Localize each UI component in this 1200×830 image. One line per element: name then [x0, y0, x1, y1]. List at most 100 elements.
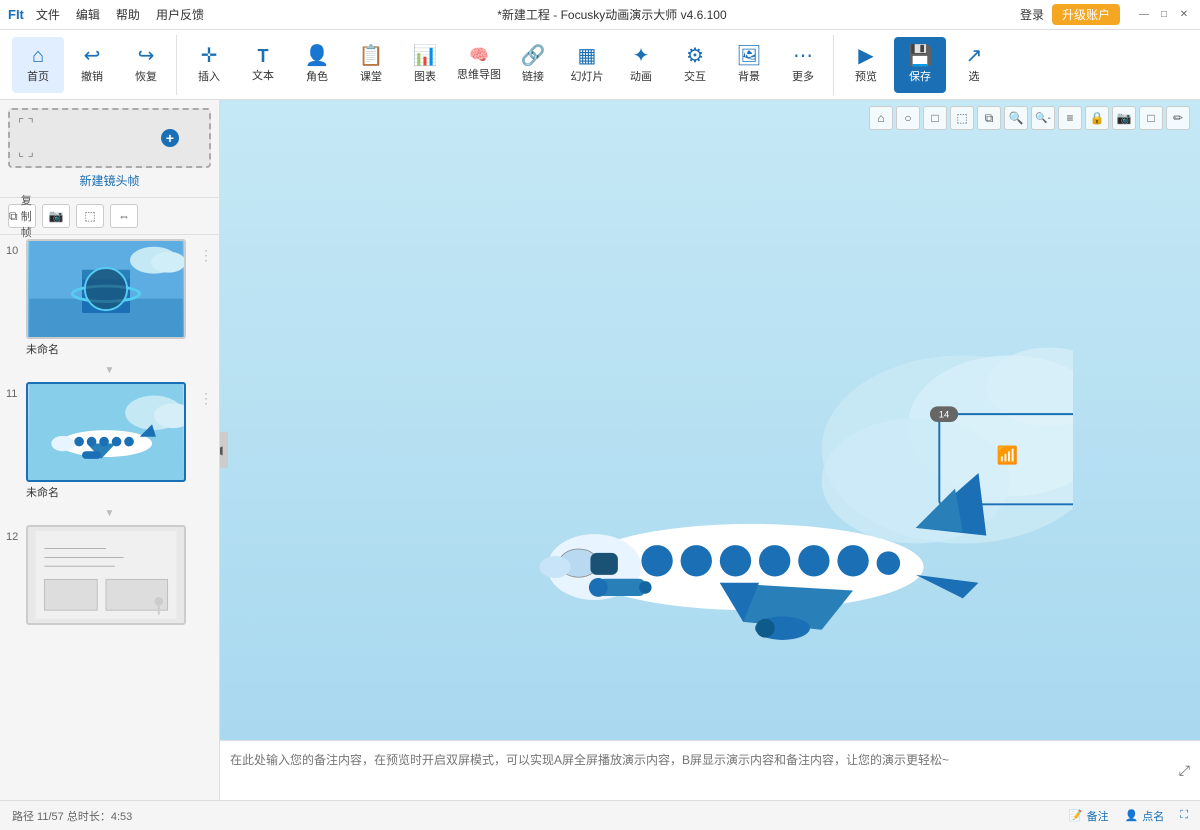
canvas-list-button[interactable]: ≡ [1058, 106, 1082, 130]
canvas-home-button[interactable]: ⌂ [869, 106, 893, 130]
mindmap-icon: 🧠 [469, 48, 489, 64]
airplane-illustration: 14 📶 [367, 324, 1073, 661]
background-icon: 🖼 [736, 46, 761, 66]
status-path: 路径 11/57 总时长：4:53 [12, 808, 132, 824]
slide-thumbnail-12[interactable] [26, 525, 186, 625]
character-icon: 👤 [305, 46, 330, 66]
slide-thumbnail-10[interactable] [26, 239, 186, 339]
screenshot-button[interactable]: 📷 [42, 204, 70, 228]
menu-help[interactable]: 帮助 [116, 6, 140, 23]
status-bar: 路径 11/57 总时长：4:53 📝 备注 👤 点名 ⛶ [0, 800, 1200, 830]
arrange-button[interactable]: ⇔ [110, 204, 138, 228]
tool-insert[interactable]: ✛ 插入 [183, 37, 235, 93]
tool-save[interactable]: 💾 保存 [894, 37, 946, 93]
canvas-edit-button[interactable]: ✏ [1166, 106, 1190, 130]
tool-redo[interactable]: ↪ 恢复 [120, 37, 172, 93]
slide-number-11: 11 [6, 382, 26, 400]
tool-undo[interactable]: ↩ 撤销 [66, 37, 118, 93]
tool-interact[interactable]: ⚙ 交互 [669, 37, 721, 93]
tool-mindmap[interactable]: 🧠 思维导图 [453, 37, 505, 93]
window-controls: — □ ✕ [1136, 7, 1192, 23]
copy-frame-button[interactable]: ⧉ 复制帧 [8, 204, 36, 228]
canvas-circle-button[interactable]: ○ [896, 106, 920, 130]
slide-thumb-wrap-12 [26, 525, 213, 629]
window-title: *新建工程 - Focusky动画演示大师 v4.6.100 [497, 6, 726, 23]
app-logo: FIt [8, 7, 24, 22]
canvas-frame-button[interactable]: ⬚ [950, 106, 974, 130]
canvas-square-button[interactable]: □ [923, 106, 947, 130]
collapse-sidebar-button[interactable]: ◀ [220, 432, 228, 468]
canvas-camera-button[interactable]: 📷 [1112, 106, 1136, 130]
maximize-button[interactable]: □ [1156, 7, 1172, 23]
canvas-zoom-out-button[interactable]: 🔍- [1031, 106, 1055, 130]
more-icon: ⋯ [793, 46, 813, 66]
redo-icon: ↪ [138, 46, 155, 66]
layout-icon: ⬚ [84, 209, 95, 223]
camera-icon: 📷 [49, 209, 64, 223]
tool-class[interactable]: 📋 课堂 [345, 37, 397, 93]
menu-edit[interactable]: 编辑 [76, 6, 100, 23]
tool-more[interactable]: ⋯ 更多 [777, 37, 829, 93]
layout-button[interactable]: ⬚ [76, 204, 104, 228]
tool-group-navigation: ⌂ 首页 ↩ 撤销 ↪ 恢复 [8, 35, 177, 95]
tool-home[interactable]: ⌂ 首页 [12, 37, 64, 93]
canvas-layout-button[interactable]: □ [1139, 106, 1163, 130]
slide-number-10: 10 [6, 239, 26, 257]
new-frame-area: ⌜ ⌝ + ⌞ ⌟ 新建镜头帧 ▼ [0, 100, 219, 198]
close-button[interactable]: ✕ [1176, 7, 1192, 23]
canvas-toolbar: ⌂ ○ □ ⬚ ⧉ 🔍 🔍- ≡ 🔒 📷 □ ✏ [869, 106, 1190, 130]
down-arrow-icon-2: ▼ [105, 508, 115, 519]
canvas-zoom-in-button[interactable]: 🔍 [1004, 106, 1028, 130]
notes-icon: 📝 [1069, 809, 1083, 822]
tool-background[interactable]: 🖼 背景 [723, 37, 775, 93]
dotname-label: 点名 [1142, 808, 1164, 824]
new-frame-label: 新建镜头帧 [8, 172, 211, 189]
tool-chart[interactable]: 📊 图表 [399, 37, 451, 93]
minimize-button[interactable]: — [1136, 7, 1152, 23]
slide-item-12: 12 [0, 521, 219, 633]
tool-group-main: ✛ 插入 T 文本 👤 角色 📋 课堂 📊 图表 🧠 思维导图 🔗 链接 ▦ [179, 35, 834, 95]
slide-thumb-wrap-11: 未命名 [26, 382, 199, 502]
menu-feedback[interactable]: 用户反馈 [156, 6, 204, 23]
frame-corner-marks-bottom: ⌞ ⌟ [18, 144, 34, 160]
dotname-button[interactable]: 👤 点名 [1125, 808, 1165, 824]
menu-file[interactable]: 文件 [36, 6, 60, 23]
canvas-area[interactable]: ◀ ⌂ ○ □ ⬚ ⧉ 🔍 🔍- ≡ 🔒 📷 □ ✏ [220, 100, 1200, 800]
new-frame-button[interactable]: ⌜ ⌝ + ⌞ ⌟ [8, 108, 211, 168]
login-button[interactable]: 登录 [1020, 6, 1044, 23]
title-bar: FIt 文件 编辑 帮助 用户反馈 *新建工程 - Focusky动画演示大师 … [0, 0, 1200, 30]
notes-expand-button[interactable]: ⤢ [1179, 762, 1190, 779]
slide-name-12 [26, 625, 213, 629]
sidebar: ⌜ ⌝ + ⌞ ⌟ 新建镜头帧 ▼ ⧉ 复制帧 📷 ⬚ ⇔ [0, 100, 220, 800]
plus-icon: + [161, 129, 179, 147]
slide-sort-11: ⋮ [199, 382, 213, 407]
fullscreen-button[interactable]: ⛶ [1180, 809, 1188, 822]
select-icon: ↗ [966, 46, 983, 66]
tool-text[interactable]: T 文本 [237, 37, 289, 93]
class-icon: 📋 [359, 46, 384, 66]
notes-area: ⤢ [220, 740, 1200, 800]
status-right: 📝 备注 👤 点名 ⛶ [1069, 808, 1188, 824]
slide-thumbnail-11[interactable] [26, 382, 186, 482]
slide-separator-2: ▼ [0, 506, 219, 521]
tool-character[interactable]: 👤 角色 [291, 37, 343, 93]
tool-animation[interactable]: ✦ 动画 [615, 37, 667, 93]
preview-icon: ▶ [858, 46, 873, 66]
canvas-lock-button[interactable]: 🔒 [1085, 106, 1109, 130]
chart-icon: 📊 [413, 46, 438, 66]
slide-item-10: 10 [0, 235, 219, 363]
interact-icon: ⚙ [686, 46, 704, 66]
collapse-icon: ◀ [220, 443, 223, 457]
home-icon: ⌂ [32, 46, 44, 66]
tool-select[interactable]: ↗ 选 [948, 37, 1000, 93]
tool-preview[interactable]: ▶ 预览 [840, 37, 892, 93]
notes-input[interactable] [230, 751, 1179, 791]
arrange-icon: ⇔ [118, 209, 130, 223]
upgrade-button[interactable]: 升级账户 [1052, 4, 1120, 25]
link-icon: 🔗 [521, 46, 546, 66]
canvas-copy-button[interactable]: ⧉ [977, 106, 1001, 130]
tool-link[interactable]: 🔗 链接 [507, 37, 559, 93]
tool-slides[interactable]: ▦ 幻灯片 [561, 37, 613, 93]
fullscreen-icon: ⛶ [1180, 809, 1188, 822]
notes-button[interactable]: 📝 备注 [1069, 808, 1109, 824]
